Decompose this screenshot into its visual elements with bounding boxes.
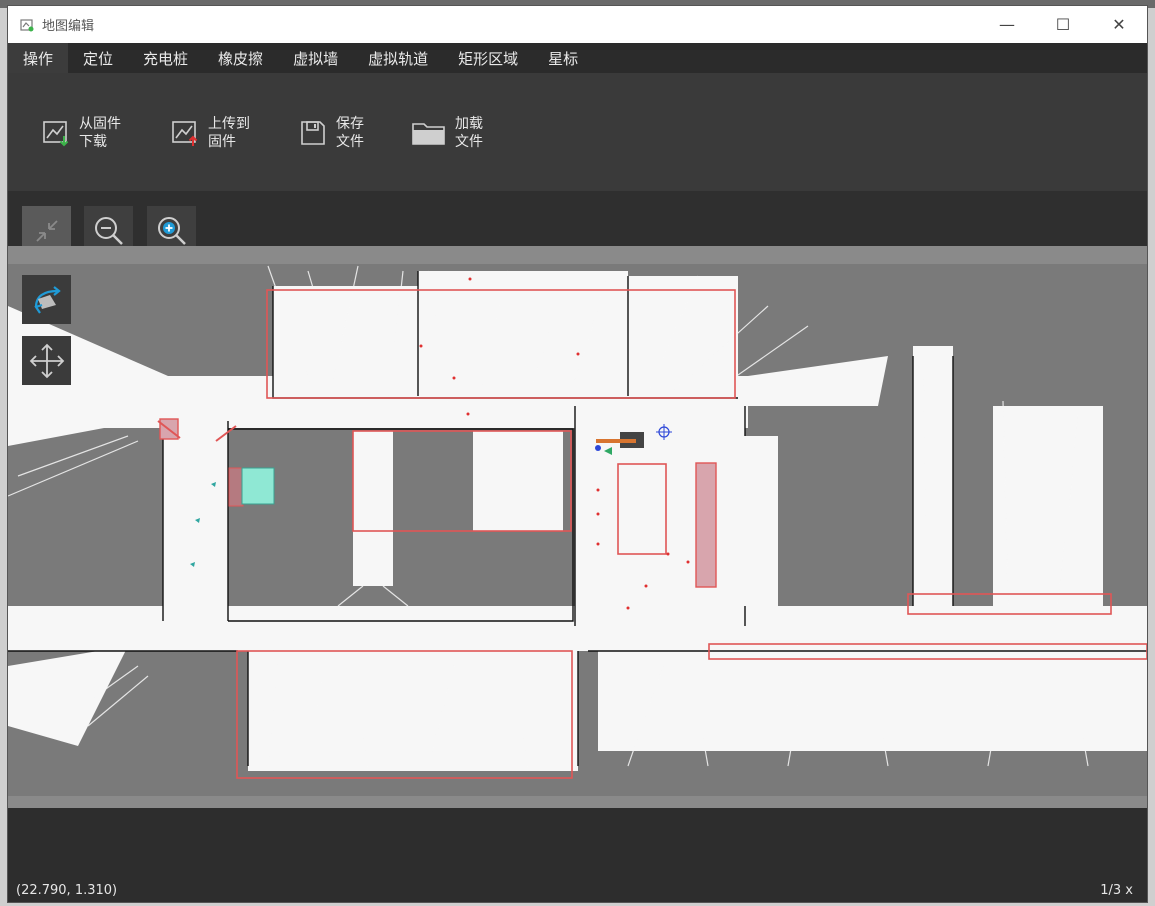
save-icon [301,121,325,145]
rotate-map-icon [33,285,61,314]
cursor-coordinate: (22.790, 1.310) [16,883,118,898]
occupancy-map[interactable] [8,246,1147,808]
upload-icon [172,121,198,146]
map-editor-window: 地图编辑 — ☐ ✕ 操作 定位 充电桩 橡皮擦 虚拟墙 虚拟轨道 矩形区域 星… [8,6,1147,902]
close-button[interactable]: ✕ [1091,6,1147,43]
tab-virtual-wall[interactable]: 虚拟墙 [278,43,353,73]
move-map-button[interactable] [22,336,71,385]
zoom-in-icon [157,216,186,245]
zoom-out-icon [94,216,123,245]
map-edit-app-icon [20,18,34,31]
upload-label-1: 上传到 [208,116,250,132]
menu-bar: 操作 定位 充电桩 橡皮擦 虚拟墙 虚拟轨道 矩形区域 星标 [8,43,1147,73]
tab-star[interactable]: 星标 [533,43,593,73]
status-bar: (22.790, 1.310) 1/3 x [8,808,1147,902]
download-icon [43,121,69,147]
page-zoom-indicator: 1/3 x [1100,883,1133,898]
tab-operation[interactable]: 操作 [8,43,69,73]
window-title: 地图编辑 [42,19,95,34]
zoom-bar [8,191,1147,255]
download-label-1: 从固件 [79,116,121,132]
minimize-button[interactable]: — [979,6,1035,43]
upload-to-firmware-button[interactable]: 上传到 固件 [170,113,250,153]
save-file-button[interactable]: 保存 文件 [298,113,364,153]
save-label-2: 文件 [336,134,364,150]
tab-eraser[interactable]: 橡皮擦 [203,43,278,73]
tab-virtual-track[interactable]: 虚拟轨道 [353,43,443,73]
rotate-map-button[interactable] [22,275,71,324]
move-icon [29,343,64,378]
tab-rect-area[interactable]: 矩形区域 [443,43,533,73]
maximize-button[interactable]: ☐ [1035,6,1091,43]
title-bar: 地图编辑 — ☐ ✕ [8,6,1147,43]
folder-icon [412,123,445,145]
map-canvas[interactable] [8,246,1147,808]
save-label-1: 保存 [336,116,364,132]
load-file-button[interactable]: 加载 文件 [411,113,483,153]
upload-label-2: 固件 [208,134,236,150]
download-from-firmware-button[interactable]: 从固件 下载 [41,113,121,153]
download-label-2: 下载 [79,134,107,150]
load-label-2: 文件 [455,134,483,150]
fit-icon [35,219,58,242]
load-label-1: 加载 [455,116,483,132]
toolbar: 从固件下载 上传到固件 保存文件 加载文件 [8,73,1147,191]
tab-locate[interactable]: 定位 [68,43,128,73]
tab-charging-pile[interactable]: 充电桩 [128,43,203,73]
